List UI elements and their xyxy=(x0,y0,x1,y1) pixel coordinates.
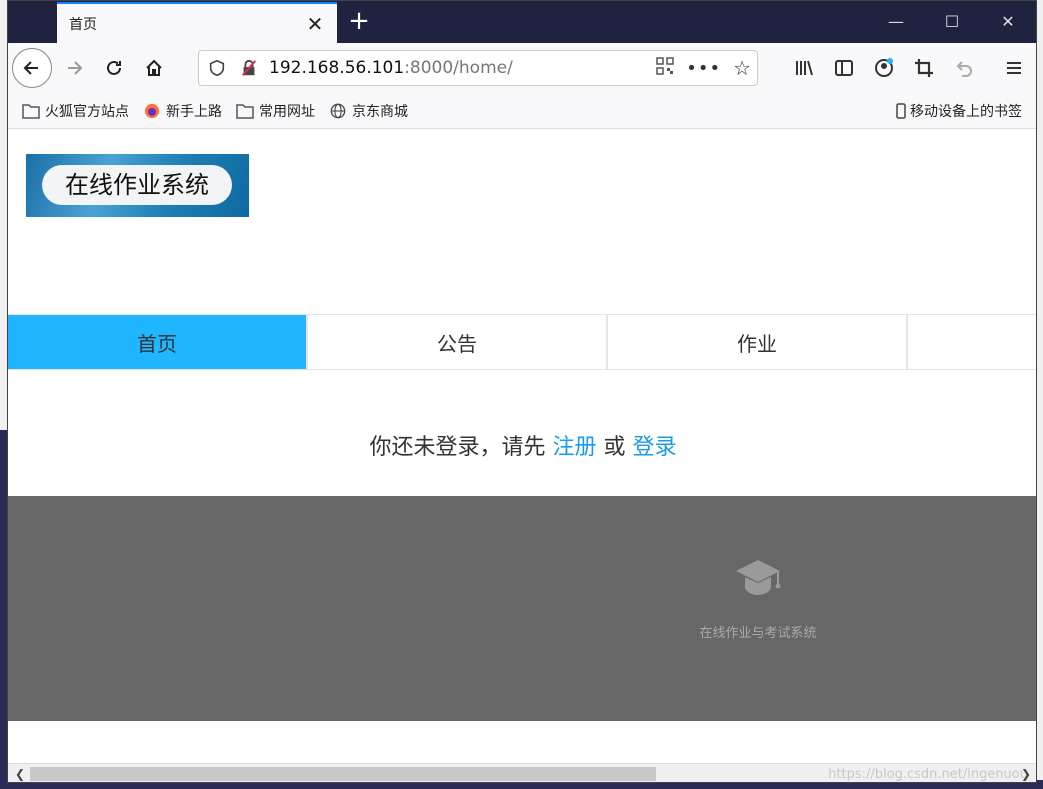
folder-icon xyxy=(236,103,254,119)
desktop-background-bottom xyxy=(0,782,1043,789)
maximize-icon[interactable]: ☐ xyxy=(924,1,980,43)
bookmark-star-icon[interactable]: ☆ xyxy=(733,56,751,80)
site-logo[interactable]: 在线作业系统 xyxy=(26,154,249,217)
library-icon[interactable] xyxy=(788,52,820,84)
undo-icon[interactable] xyxy=(948,52,980,84)
mobile-device-icon xyxy=(896,103,906,119)
page-content: 在线作业系统 首页 公告 作业 你还未登录，请先 注册 或 登录 在线作业与考试… xyxy=(8,129,1036,782)
bookmark-label: 常用网址 xyxy=(259,103,315,120)
nav-announcements[interactable]: 公告 xyxy=(308,315,608,369)
tab-title: 首页 xyxy=(69,16,97,33)
bookmark-label: 新手上路 xyxy=(166,103,222,120)
graduation-cap-icon xyxy=(736,560,781,595)
watermark: https://blog.csdn.net/ingenuou xyxy=(828,767,1028,782)
sidebar-icon[interactable] xyxy=(828,52,860,84)
mobile-bookmarks-label: 移动设备上的书签 xyxy=(910,104,1022,120)
screenshot-crop-icon[interactable] xyxy=(908,52,940,84)
register-link[interactable]: 注册 xyxy=(552,435,596,460)
tab-home[interactable]: 首页 ✕ xyxy=(57,2,337,43)
reload-icon[interactable] xyxy=(98,52,130,84)
insecure-lock-icon[interactable] xyxy=(235,54,263,82)
folder-icon xyxy=(22,103,40,119)
main-nav: 首页 公告 作业 xyxy=(8,314,1036,370)
login-prompt: 你还未登录，请先 注册 或 登录 xyxy=(8,429,1036,461)
horizontal-scrollbar[interactable]: ❮ https://blog.csdn.net/ingenuou ❯ xyxy=(8,763,1036,782)
or-text: 或 xyxy=(603,435,626,460)
forward-icon[interactable] xyxy=(58,52,90,84)
shield-icon[interactable] xyxy=(203,54,231,82)
scroll-right-icon[interactable]: ❯ xyxy=(1016,764,1036,782)
minimize-icon[interactable]: — xyxy=(868,1,924,43)
bookmark-item[interactable]: 新手上路 xyxy=(143,101,222,121)
menu-icon[interactable] xyxy=(998,52,1030,84)
bookmark-label: 火狐官方站点 xyxy=(45,103,129,120)
qr-code-icon[interactable] xyxy=(656,57,674,79)
login-prefix-text: 你还未登录，请先 xyxy=(369,435,546,460)
tab-close-icon[interactable]: ✕ xyxy=(305,14,325,34)
desktop-background-right xyxy=(1036,0,1043,789)
bookmarks-toolbar: 火狐官方站点 新手上路 常用网址 京东商城 移动设备上的书签 xyxy=(8,93,1036,129)
url-bar[interactable]: 192.168.56.101:8000/home/ ••• ☆ xyxy=(198,50,758,86)
window-close-icon[interactable]: ✕ xyxy=(980,1,1036,43)
login-link[interactable]: 登录 xyxy=(633,435,677,460)
back-icon[interactable] xyxy=(12,48,52,88)
account-icon[interactable] xyxy=(868,52,900,84)
page-actions-icon[interactable]: ••• xyxy=(686,58,721,79)
globe-icon xyxy=(330,103,346,118)
mobile-bookmarks[interactable]: 移动设备上的书签 xyxy=(896,93,1022,129)
firefox-icon xyxy=(144,103,160,118)
new-tab-icon[interactable]: + xyxy=(346,8,372,35)
nav-home[interactable]: 首页 xyxy=(8,315,308,369)
navigation-toolbar: 192.168.56.101:8000/home/ ••• ☆ xyxy=(8,43,1036,93)
site-footer: 在线作业与考试系统 xyxy=(8,496,1036,721)
bookmark-label: 京东商城 xyxy=(352,103,408,120)
bookmark-item[interactable]: 京东商城 xyxy=(329,101,408,121)
home-icon[interactable] xyxy=(138,52,170,84)
url-host: 192.168.56.101 xyxy=(269,58,405,78)
bookmark-item[interactable]: 火狐官方站点 xyxy=(22,101,129,121)
footer-text: 在线作业与考试系统 xyxy=(699,626,817,641)
bookmark-item[interactable]: 常用网址 xyxy=(236,101,315,121)
scrollbar-thumb[interactable] xyxy=(30,767,656,781)
nav-homework[interactable]: 作业 xyxy=(608,315,908,369)
url-path: :8000/home/ xyxy=(404,58,513,78)
logo-text: 在线作业系统 xyxy=(42,165,232,205)
browser-window: 首页 ✕ + — ☐ ✕ 192.168.56.101:8000/home/ … xyxy=(7,0,1037,783)
tab-bar: 首页 ✕ + — ☐ ✕ xyxy=(8,1,1036,43)
scroll-left-icon[interactable]: ❮ xyxy=(10,764,30,782)
